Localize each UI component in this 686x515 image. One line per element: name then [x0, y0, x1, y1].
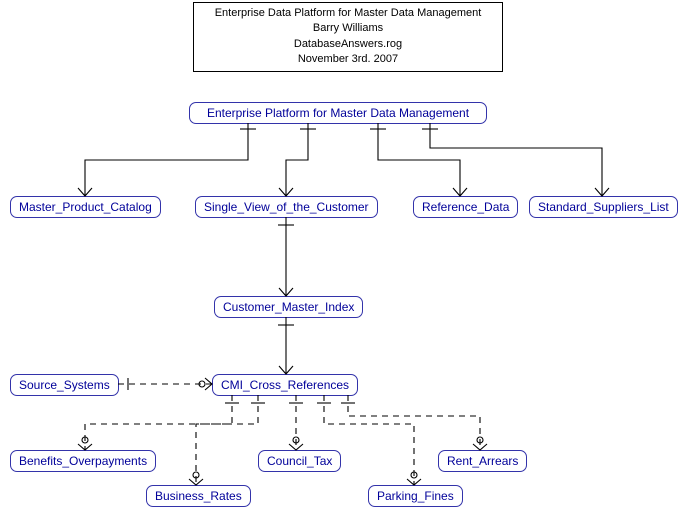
- entity-standard-suppliers: Standard_Suppliers_List: [529, 196, 678, 218]
- title-line-2: Barry Williams: [198, 21, 498, 36]
- title-line-1: Enterprise Data Platform for Master Data…: [198, 6, 498, 21]
- title-box: Enterprise Data Platform for Master Data…: [193, 2, 503, 72]
- entity-single-view-customer: Single_View_of_the_Customer: [195, 196, 378, 218]
- entity-rent-arrears: Rent_Arrears: [438, 450, 527, 472]
- entity-parking-fines: Parking_Fines: [368, 485, 463, 507]
- entity-customer-master-index: Customer_Master_Index: [214, 296, 363, 318]
- entity-council-tax: Council_Tax: [258, 450, 341, 472]
- title-line-4: November 3rd. 2007: [198, 52, 498, 67]
- entity-benefits-overpayments: Benefits_Overpayments: [10, 450, 156, 472]
- entity-cmi-cross-references: CMI_Cross_References: [212, 374, 358, 396]
- connectors-layer: [0, 0, 686, 515]
- entity-source-systems: Source_Systems: [10, 374, 119, 396]
- entity-business-rates: Business_Rates: [146, 485, 251, 507]
- entity-master-product-catalog: Master_Product_Catalog: [10, 196, 161, 218]
- entity-reference-data: Reference_Data: [413, 196, 518, 218]
- title-line-3: DatabaseAnswers.rog: [198, 37, 498, 52]
- entity-root: Enterprise Platform for Master Data Mana…: [189, 102, 487, 124]
